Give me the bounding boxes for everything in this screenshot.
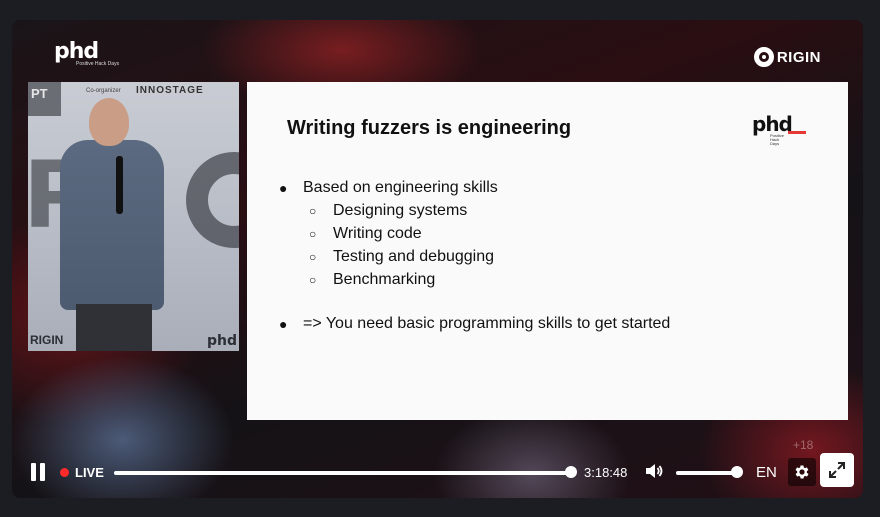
expand-icon (829, 462, 845, 478)
live-label: LIVE (75, 465, 104, 480)
bullet-item: ● => You need basic programming skills t… (279, 312, 670, 335)
language-selector[interactable]: EN (756, 464, 777, 481)
live-dot-icon (60, 468, 69, 477)
sub-bullet-item: ○ Writing code (279, 222, 670, 245)
volume-button[interactable] (644, 461, 664, 486)
sub-bullet-text: Writing code (333, 224, 422, 242)
pause-icon (31, 463, 36, 481)
bullet-text: => You need basic programming skills to … (303, 314, 671, 332)
phd-logo-mark: phd (54, 39, 99, 64)
age-rating-badge: +18 (793, 438, 814, 452)
sub-bullet-item: ○ Designing systems (279, 199, 670, 222)
sub-bullet-item: ○ Benchmarking (279, 268, 670, 291)
sub-bullet-circle-icon: ○ (309, 226, 317, 241)
volume-slider[interactable] (676, 471, 736, 475)
stage-backdrop-ring (186, 152, 239, 248)
origin-logo-text: RIGIN (776, 48, 821, 66)
speaker-legs (76, 304, 152, 351)
camera-phd-text: phd (206, 333, 237, 349)
speaker-volume-icon (646, 464, 663, 478)
origin-ring-icon (753, 47, 774, 67)
sub-bullet-text: Benchmarking (333, 270, 436, 288)
slide-title: Writing fuzzers is engineering (287, 117, 572, 139)
time-display: 3:18:48 (584, 465, 628, 480)
bullet-text: Based on engineering skills (303, 178, 498, 196)
innostage-logo: INNOSTAGE (136, 85, 204, 96)
seek-handle[interactable] (565, 466, 577, 478)
settings-button[interactable] (788, 458, 816, 486)
presentation-slide: Writing fuzzers is engineering phd Posit… (247, 82, 848, 420)
volume-handle[interactable] (731, 466, 743, 478)
slide-logo-subtitle: Positive Hack Days (770, 133, 785, 146)
sub-bullet-text: Testing and debugging (333, 247, 495, 265)
sub-bullet-item: ○ Testing and debugging (279, 245, 670, 268)
seek-bar-fill (114, 471, 570, 475)
video-player[interactable]: phd Positive Hack Days RIGIN PH PT Co-or… (12, 20, 863, 498)
origin-logo: RIGIN (753, 47, 821, 67)
slide-bullet-list: ● Based on engineering skills ○ Designin… (279, 176, 670, 335)
sub-bullet-circle-icon: ○ (309, 249, 317, 264)
speaker-head (89, 98, 129, 146)
microphone (116, 156, 123, 214)
sub-bullet-circle-icon: ○ (309, 272, 317, 287)
pt-logo: PT (28, 82, 61, 116)
volume-slider-fill (676, 471, 736, 475)
bullet-dot-icon: ● (279, 179, 288, 196)
fullscreen-button[interactable] (820, 453, 854, 487)
sub-bullet-text: Designing systems (333, 201, 468, 219)
bullet-dot-icon: ● (279, 315, 288, 332)
phd-logo: phd Positive Hack Days (54, 39, 120, 67)
speaker-camera-feed: PH PT Co-organizer INNOSTAGE RIGIN phd (28, 82, 239, 351)
pause-icon (40, 463, 45, 481)
slide-phd-logo: phd Positive Hack Days (752, 114, 806, 146)
bullet-item: ● Based on engineering skills (279, 176, 670, 199)
pause-button[interactable] (26, 461, 50, 485)
gear-icon (795, 465, 809, 479)
seek-bar[interactable] (114, 471, 570, 475)
coorganizer-label: Co-organizer (86, 88, 121, 94)
live-indicator[interactable]: LIVE (60, 465, 104, 480)
phd-logo-subtitle: Positive Hack Days (76, 61, 120, 67)
camera-origin-text: RIGIN (30, 333, 64, 347)
speaker-body (60, 140, 164, 310)
player-controls: LIVE 3:18:48 EN +18 (12, 438, 863, 498)
sub-bullet-circle-icon: ○ (309, 203, 317, 218)
